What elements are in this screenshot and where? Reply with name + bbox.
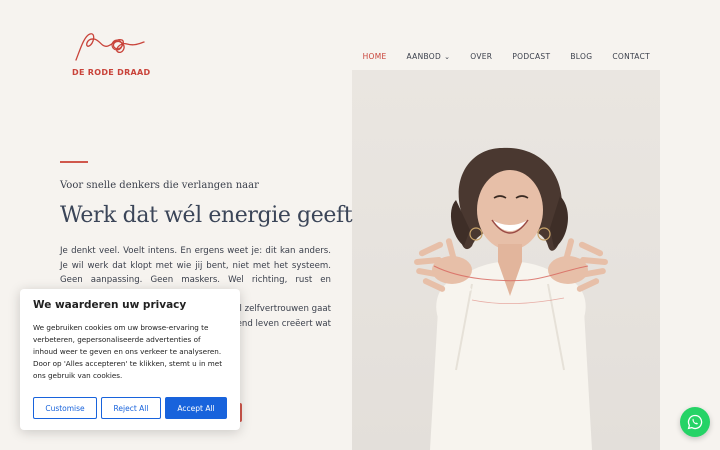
nav-item-over[interactable]: OVER <box>470 52 492 61</box>
whatsapp-icon <box>687 414 703 430</box>
nav-item-aanbod-label: AANBOD <box>406 52 442 61</box>
hero-photo <box>352 70 660 450</box>
nav-item-contact[interactable]: CONTACT <box>612 52 650 61</box>
accept-all-button[interactable]: Accept All <box>165 397 227 419</box>
chevron-down-icon: ⌄ <box>444 52 451 61</box>
nav-item-blog[interactable]: BLOG <box>570 52 592 61</box>
nav-item-home[interactable]: HOME <box>363 52 387 61</box>
nav-item-aanbod[interactable]: AANBOD ⌄ <box>407 52 451 61</box>
red-thread-logo-icon <box>75 33 145 61</box>
cookie-body: We gebruiken cookies om uw browse-ervari… <box>33 323 223 380</box>
cookie-actions: Customise Reject All Accept All <box>33 397 227 419</box>
cookie-consent-banner: We waarderen uw privacy We gebruiken coo… <box>20 289 240 430</box>
customise-button[interactable]: Customise <box>33 397 97 419</box>
whatsapp-button[interactable] <box>680 407 710 437</box>
hero-headline: Werk dat wél energie geeft <box>60 203 353 228</box>
logo-wordmark: DE RODE DRAAD <box>72 68 151 77</box>
reject-all-button[interactable]: Reject All <box>101 397 161 419</box>
hero-tagline: Voor snelle denkers die verlangen naar <box>60 180 259 191</box>
main-navigation: HOME AANBOD ⌄ OVER PODCAST BLOG CONTACT <box>343 52 650 61</box>
cookie-title: We waarderen uw privacy <box>33 299 187 311</box>
site-logo[interactable]: DE RODE DRAAD <box>72 30 151 77</box>
accent-divider <box>60 161 88 163</box>
nav-item-podcast[interactable]: PODCAST <box>512 52 550 61</box>
